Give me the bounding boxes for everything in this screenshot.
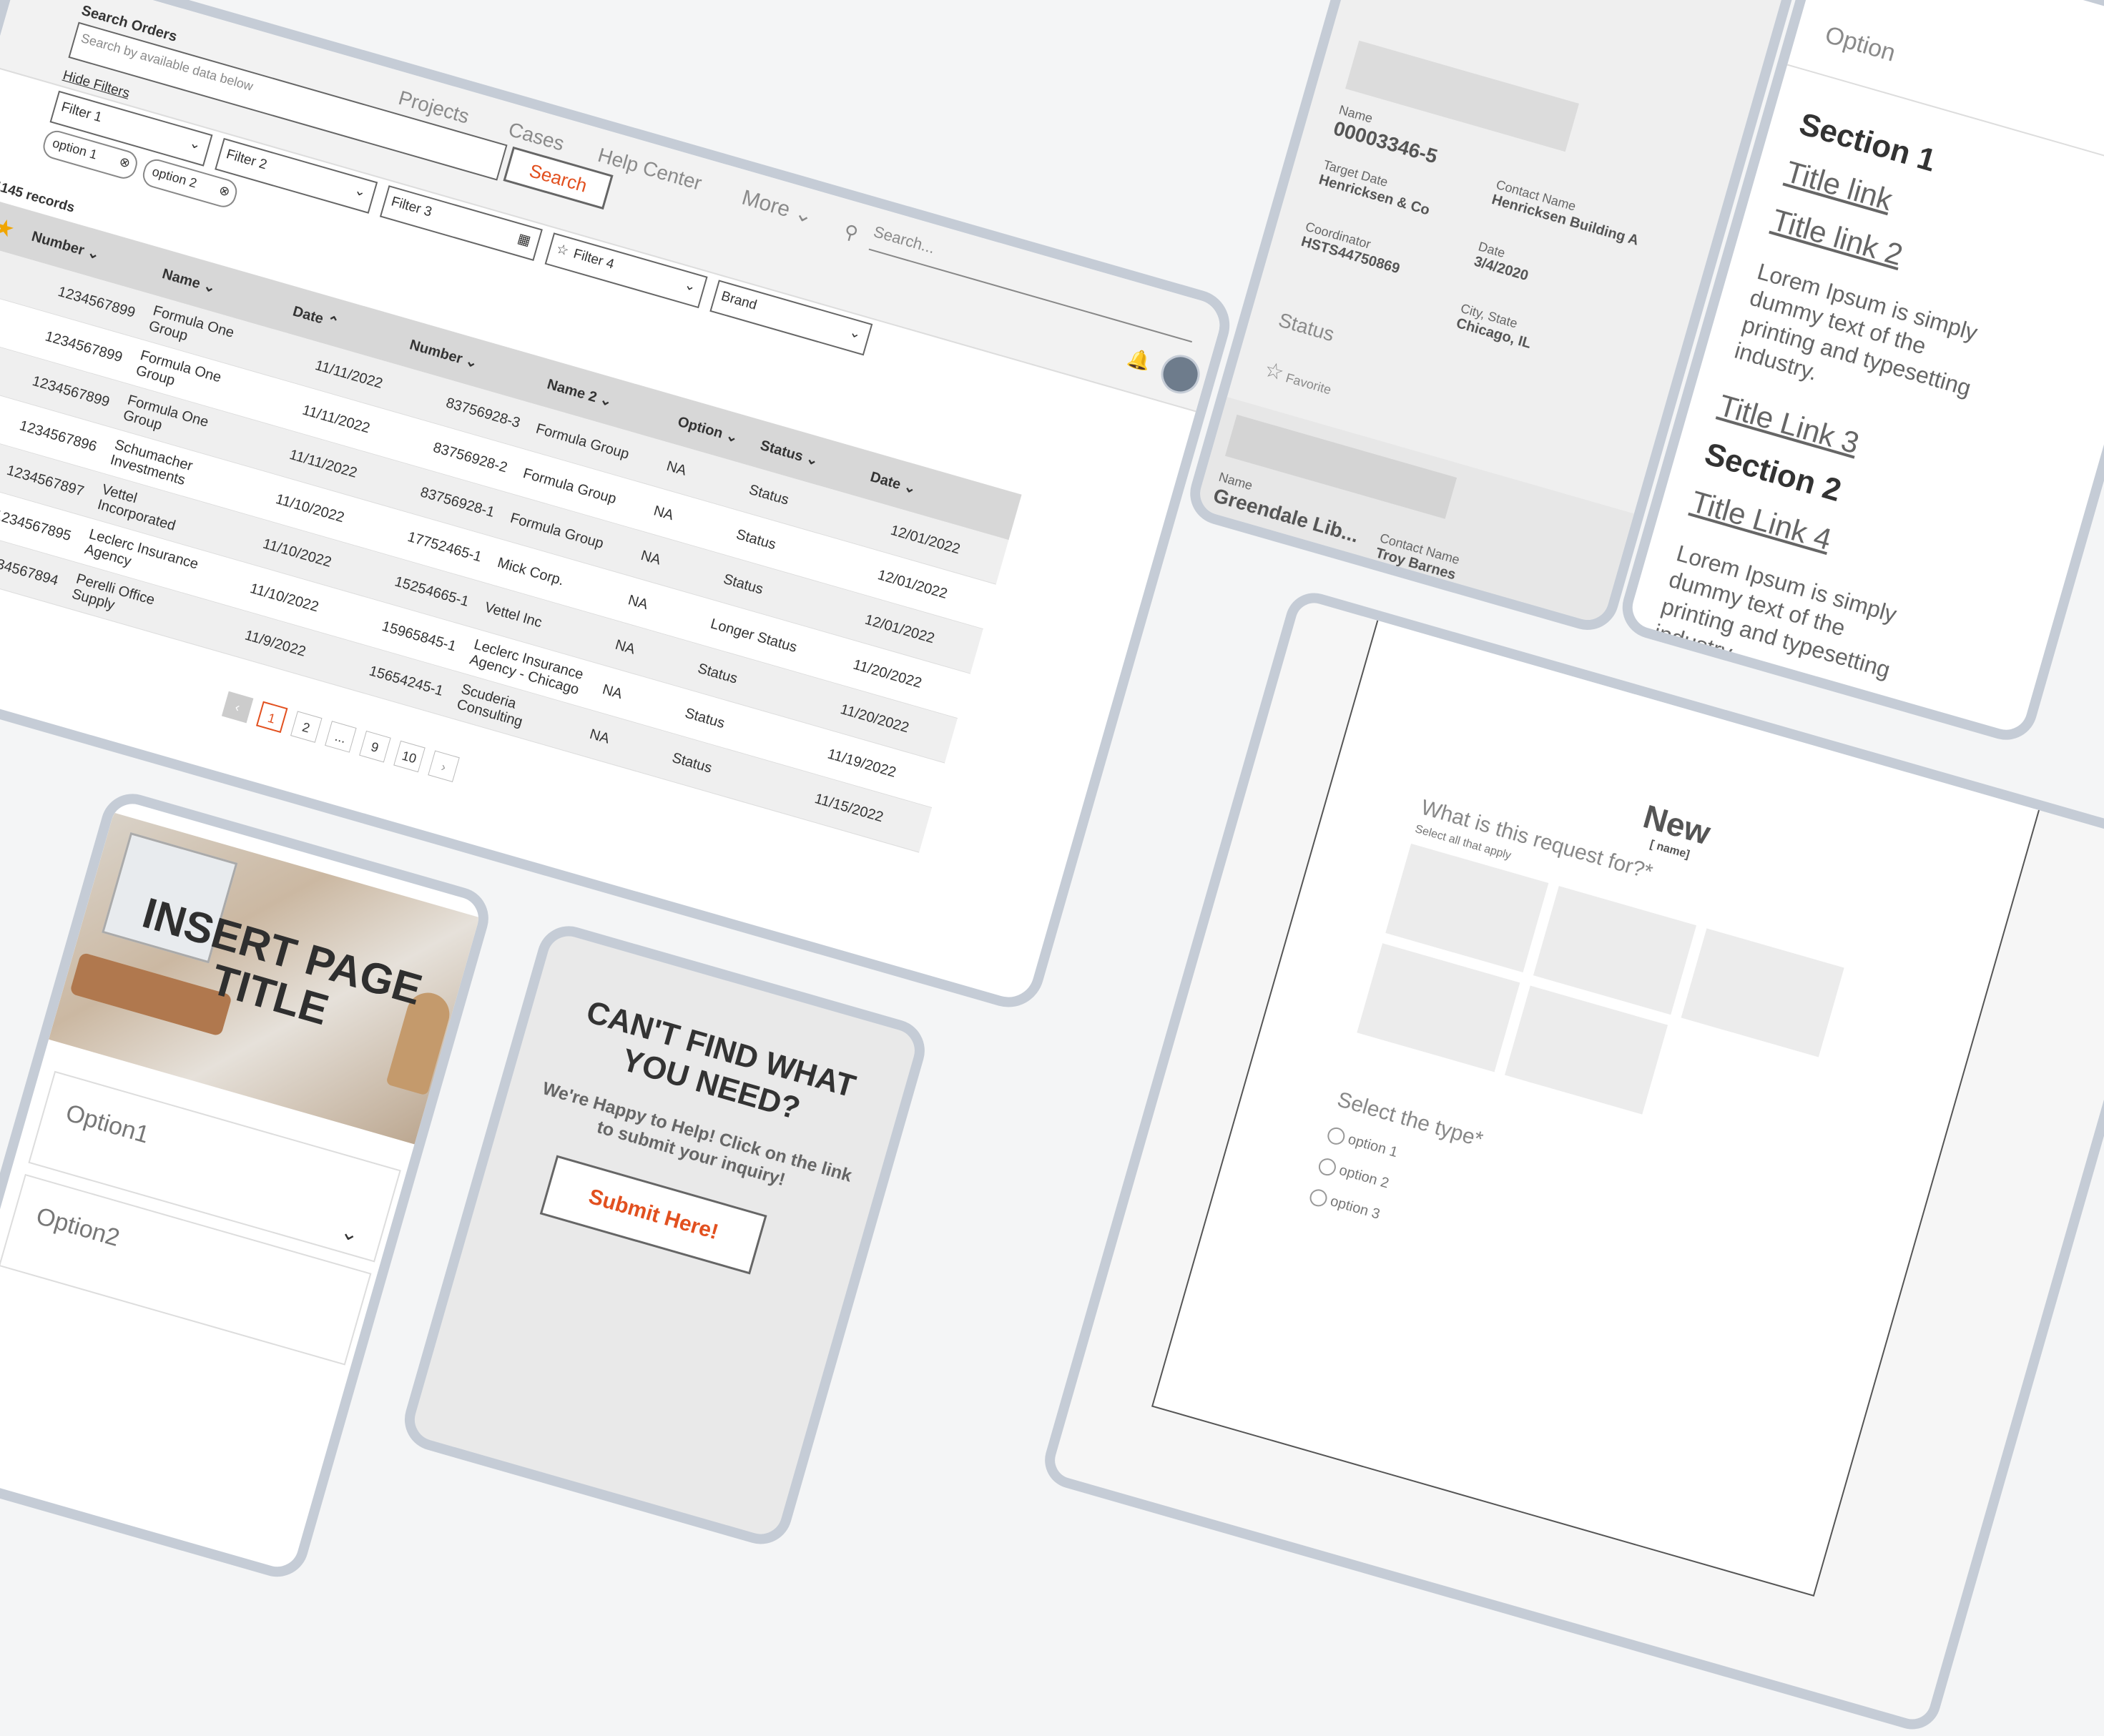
page-2-button[interactable]: 2 (290, 711, 323, 743)
hero-option-1-label: Option1 (62, 1099, 152, 1149)
radio-option-1[interactable]: option 1 (1325, 1125, 1400, 1162)
filter-3-label: Filter 3 (389, 194, 434, 220)
radio-circle-icon (1317, 1156, 1338, 1178)
page-ellipsis: ... (325, 721, 357, 753)
date-field: Date 3/4/2020 (1472, 239, 1534, 285)
avatar[interactable] (1156, 350, 1204, 398)
radio-circle-icon (1307, 1187, 1329, 1209)
page-9-button[interactable]: 9 (359, 730, 391, 763)
col-number-2-label: Number (408, 336, 465, 367)
col-option-label: Option (676, 413, 725, 442)
chevron-down-icon: ⌄ (682, 277, 698, 295)
search-button[interactable]: Search (503, 146, 614, 210)
calendar-icon: ▦ (516, 231, 533, 250)
paragraph-2: Lorem Ipsum is simply dummy text of the … (1651, 540, 1900, 683)
page-10-button[interactable]: 10 (393, 740, 426, 773)
chevron-down-icon: ⌄ (792, 200, 816, 229)
page-1-button[interactable]: 1 (255, 701, 288, 734)
global-search-placeholder: Search... (871, 222, 938, 257)
phone-hero-device: INSERT PAGE TITLE Option1 ⌄ Option2 (0, 786, 496, 1584)
phone-cta-device: CAN'T FIND WHAT YOU NEED? We're Happy to… (397, 919, 933, 1552)
cancel-link[interactable]: Cancel (1402, 606, 1435, 626)
option-row[interactable]: Option (1786, 0, 2104, 184)
col-date-2-label: Date (868, 468, 903, 493)
coordinator-field: Coordinator HSTS44750869 (1299, 220, 1406, 278)
col-option[interactable]: Option ⌄ (676, 412, 763, 453)
city-state-field: City, State Chicago, IL (1454, 301, 1537, 352)
chevron-down-icon: ⌄ (353, 182, 368, 201)
tablet-form-device: Cancel New [ name] What is this request … (1038, 586, 2104, 1736)
brand-label: Brand (719, 288, 759, 313)
prev-page-button[interactable]: ‹ (221, 691, 254, 724)
col-number-label: Number (29, 228, 87, 259)
col-name-2-label: Name 2 (545, 375, 599, 405)
star-icon: ☆ (1262, 357, 1287, 386)
radio-option-1-label: option 1 (1346, 1131, 1400, 1161)
col-status-label: Status (758, 437, 805, 465)
col-date-label: Date (291, 302, 325, 327)
filter-4-label: Filter 4 (571, 246, 616, 272)
option-label: Option (1822, 21, 1899, 67)
close-icon[interactable]: ⊗ (217, 182, 232, 199)
cell-option: NA (664, 458, 689, 479)
close-icon[interactable]: ⊗ (117, 154, 132, 171)
filter-4-select[interactable]: ☆ Filter 4 ⌄ (544, 232, 708, 309)
chevron-down-icon: ⌄ (847, 325, 863, 342)
radio-circle-icon (1325, 1125, 1347, 1147)
request-tile-3[interactable] (1681, 928, 1844, 1057)
radio-option-3[interactable]: option 3 (1307, 1187, 1382, 1224)
radio-option-3-label: option 3 (1328, 1193, 1382, 1223)
filter-3-date[interactable]: Filter 3 ▦ (379, 185, 543, 262)
bell-icon[interactable]: 🔔 (1125, 346, 1154, 374)
radio-option-2-label: option 2 (1337, 1162, 1391, 1192)
cell-option: NA (613, 636, 637, 658)
filter-2-label: Filter 2 (224, 147, 269, 173)
cell-option: NA (639, 547, 663, 568)
global-search-input[interactable]: Search... (868, 222, 1200, 343)
hero-option-2-label: Option2 (33, 1202, 123, 1252)
cell-option: NA (600, 681, 624, 703)
filter-2-select[interactable]: Filter 2 ⌄ (215, 137, 378, 214)
search-icon: ⚲ (841, 220, 861, 245)
col-name-label: Name (160, 265, 202, 292)
chevron-down-icon: ⌄ (187, 135, 203, 154)
second-contact-field: Contact Name Troy Barnes (1374, 531, 1462, 583)
favorite-label: Favorite (1284, 370, 1333, 398)
target-date-field: Target Date Henricksen & Co (1317, 157, 1435, 219)
hero-page-title: INSERT PAGE TITLE (137, 888, 428, 1035)
status-text: Status (1276, 308, 1337, 346)
second-record-card: Name Greendale Lib... Contact Name Troy Ba… (1187, 397, 1640, 638)
radio-option-2[interactable]: option 2 (1317, 1156, 1390, 1193)
chevron-down-icon: ⌄ (338, 1219, 362, 1248)
filter-1-label: Filter 1 (59, 99, 104, 126)
contact-field: Contact Name Henricksen Building A (1490, 177, 1645, 250)
cell-option: NA (652, 503, 676, 524)
favorite-toggle[interactable]: ☆ Favorite (1262, 357, 1335, 400)
next-page-button[interactable]: › (428, 750, 460, 783)
cell-option: NA (626, 592, 650, 613)
form-modal: Cancel New [ name] What is this request … (1151, 586, 2052, 1597)
cell-option: NA (587, 726, 611, 747)
